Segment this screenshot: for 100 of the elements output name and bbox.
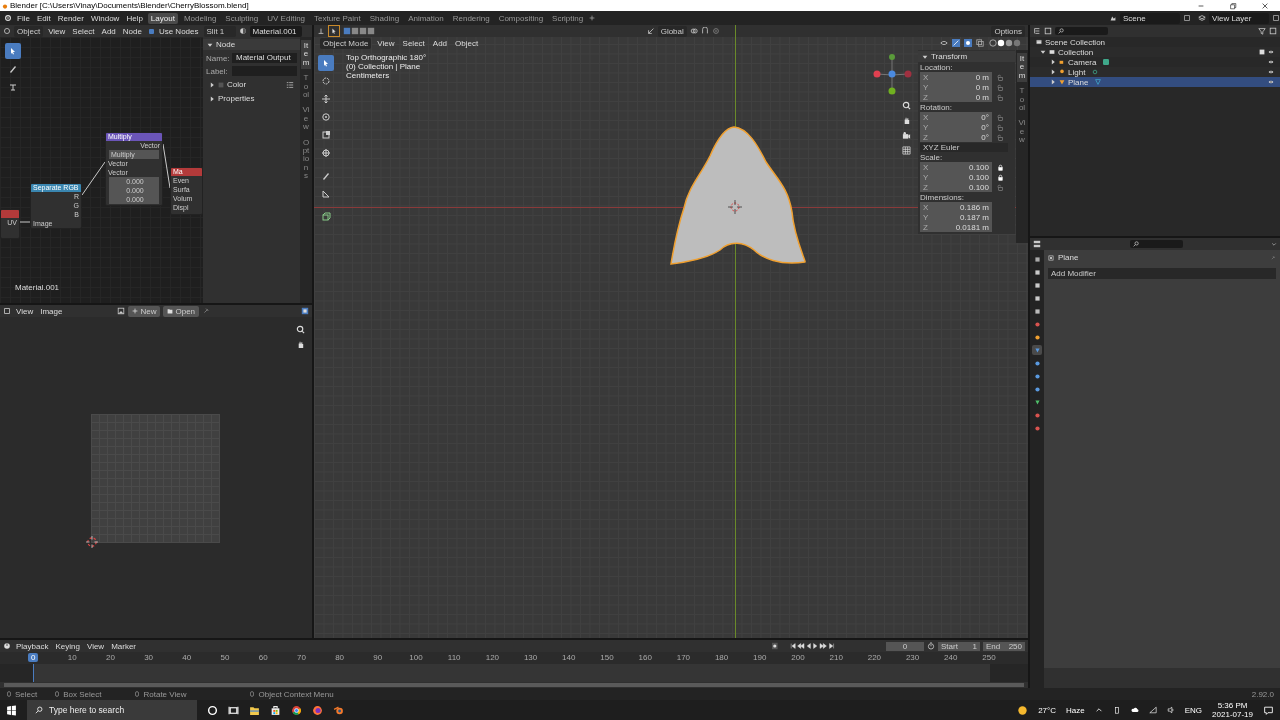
workspace-tab[interactable]: UV Editing — [264, 12, 309, 24]
checkbox-icon[interactable] — [1259, 49, 1265, 55]
task-view-icon[interactable] — [228, 704, 239, 716]
shading-mode-icon[interactable] — [988, 39, 1022, 47]
menu-item[interactable]: Help — [124, 13, 145, 23]
app-icon[interactable] — [333, 704, 344, 716]
select-mode-icon[interactable] — [343, 27, 375, 35]
menu-item[interactable]: Node — [120, 26, 144, 36]
panel-title[interactable]: Color — [227, 80, 247, 89]
number-field[interactable]: X 0° — [920, 112, 992, 122]
editor-type-icon[interactable] — [3, 27, 11, 35]
cloud-icon[interactable] — [1130, 706, 1139, 714]
new-button[interactable]: New — [128, 305, 161, 317]
browser-icon[interactable] — [312, 704, 323, 716]
material-field[interactable]: Material.001 — [249, 25, 302, 37]
filter-icon[interactable] — [1258, 27, 1266, 35]
workspace-tab[interactable]: Texture Paint — [311, 12, 364, 24]
menu-item[interactable]: Add — [99, 26, 118, 36]
options-icon[interactable] — [1271, 241, 1277, 247]
render-tab-icon[interactable] — [1032, 267, 1042, 277]
bag-icon[interactable] — [270, 704, 281, 716]
texture-tab-icon[interactable] — [1032, 423, 1042, 433]
use-nodes-checkbox[interactable] — [148, 28, 154, 34]
sidebar-tab[interactable]: View — [301, 104, 311, 134]
tree-item[interactable]: Scene Collection — [1045, 37, 1106, 47]
snap-icon[interactable] — [700, 27, 709, 35]
workspace-tab[interactable]: Compositing — [495, 12, 547, 24]
menu-item[interactable]: View — [14, 306, 36, 316]
material-tab-icon[interactable] — [1032, 410, 1042, 420]
number-field[interactable]: Y 0.100 — [920, 172, 992, 182]
editor-type-icon[interactable] — [317, 27, 325, 35]
eye-icon[interactable] — [1268, 69, 1274, 75]
stopwatch-icon[interactable] — [927, 642, 935, 650]
scene-icon[interactable] — [1109, 14, 1117, 22]
tree-row[interactable]: Plane — [1030, 77, 1280, 87]
mode-dropdown[interactable]: Object Mode — [320, 37, 372, 49]
number-field[interactable]: Y 0 m — [920, 82, 992, 92]
temperature-text[interactable]: 27°C — [1038, 705, 1057, 715]
select-tool-icon[interactable] — [5, 43, 21, 59]
eye-icon[interactable] — [1268, 79, 1274, 85]
sidebar-tab[interactable]: Tool — [301, 72, 311, 102]
folder-icon[interactable] — [249, 704, 260, 716]
hand-icon[interactable] — [902, 116, 911, 125]
menu-item[interactable]: Playback — [14, 641, 51, 651]
options-dropdown[interactable]: Options — [991, 25, 1025, 37]
object-tab-icon[interactable] — [1032, 332, 1042, 342]
workspace-tab[interactable]: Rendering — [449, 12, 493, 24]
number-field[interactable]: Z 0.0181 m — [920, 222, 992, 232]
checkbox-icon[interactable] — [218, 81, 224, 88]
camera-data-icon[interactable] — [1103, 59, 1110, 65]
scene-tab-icon[interactable] — [1032, 306, 1042, 316]
workspace-tab[interactable]: Modeling — [180, 12, 220, 24]
camera-icon[interactable] — [902, 131, 911, 140]
lock-icon[interactable] — [997, 173, 1004, 181]
current-frame-marker[interactable]: 0 — [28, 653, 39, 662]
sidebar-tab[interactable]: Options — [301, 136, 311, 183]
menu-item[interactable]: Marker — [109, 641, 139, 651]
end-frame-field[interactable]: End 250 — [983, 641, 1025, 651]
clock-date[interactable]: 2021-07-19 — [1212, 710, 1253, 719]
eye-icon[interactable] — [1268, 49, 1274, 55]
editor-type-icon[interactable] — [3, 307, 11, 315]
xray-icon[interactable] — [976, 39, 984, 47]
menu-item[interactable]: Keying — [53, 641, 82, 651]
start-icon[interactable] — [6, 704, 17, 716]
circle-icon[interactable] — [207, 704, 218, 716]
restore-icon[interactable] — [1229, 1, 1237, 10]
menu-item[interactable]: Object — [453, 38, 481, 48]
grid-icon[interactable] — [902, 146, 911, 155]
expand-toggle[interactable] — [1040, 49, 1046, 55]
slot-dropdown[interactable]: Slit 1 — [203, 25, 236, 37]
output-tab-icon[interactable] — [1032, 280, 1042, 290]
sidebar-tab[interactable]: Item — [1017, 53, 1027, 83]
panel-header[interactable]: Transform — [918, 51, 1015, 62]
number-field[interactable]: Z 0° — [920, 132, 992, 142]
pivot-icon[interactable] — [689, 27, 698, 35]
menu-item[interactable]: Select — [400, 38, 427, 48]
add-icon[interactable] — [589, 15, 596, 21]
start-frame-field[interactable]: Start 1 — [938, 641, 980, 651]
menu-item[interactable]: Edit — [34, 13, 53, 23]
tree-item[interactable]: Camera — [1068, 57, 1097, 67]
view-layer-tab-icon[interactable] — [1032, 293, 1042, 303]
orientation-icon[interactable] — [646, 27, 655, 35]
tree-row[interactable]: Camera — [1030, 57, 1280, 67]
clock-time[interactable]: 5:36 PM — [1217, 701, 1248, 710]
plane-object[interactable] — [670, 126, 806, 265]
number-field[interactable]: Z 0 m — [920, 92, 992, 102]
scrollbar[interactable] — [4, 683, 1024, 687]
browser-icon[interactable] — [291, 704, 302, 716]
open-button[interactable]: Open — [163, 305, 200, 317]
menu-item[interactable]: View — [46, 26, 68, 36]
workspace-tab[interactable]: Animation — [405, 12, 447, 24]
workspace-tab[interactable]: Shading — [366, 12, 403, 24]
zoom-icon[interactable] — [296, 325, 305, 334]
sidebar-tab[interactable]: Item — [301, 40, 311, 70]
orientation-dropdown[interactable]: Global — [657, 25, 687, 37]
layers-icon[interactable] — [1198, 14, 1206, 22]
disclosure-triangle-icon[interactable] — [207, 41, 213, 48]
number-field[interactable]: X 0 m — [920, 72, 992, 82]
hand-icon[interactable] — [296, 340, 305, 349]
workspace-tab[interactable]: Scripting — [549, 12, 587, 24]
